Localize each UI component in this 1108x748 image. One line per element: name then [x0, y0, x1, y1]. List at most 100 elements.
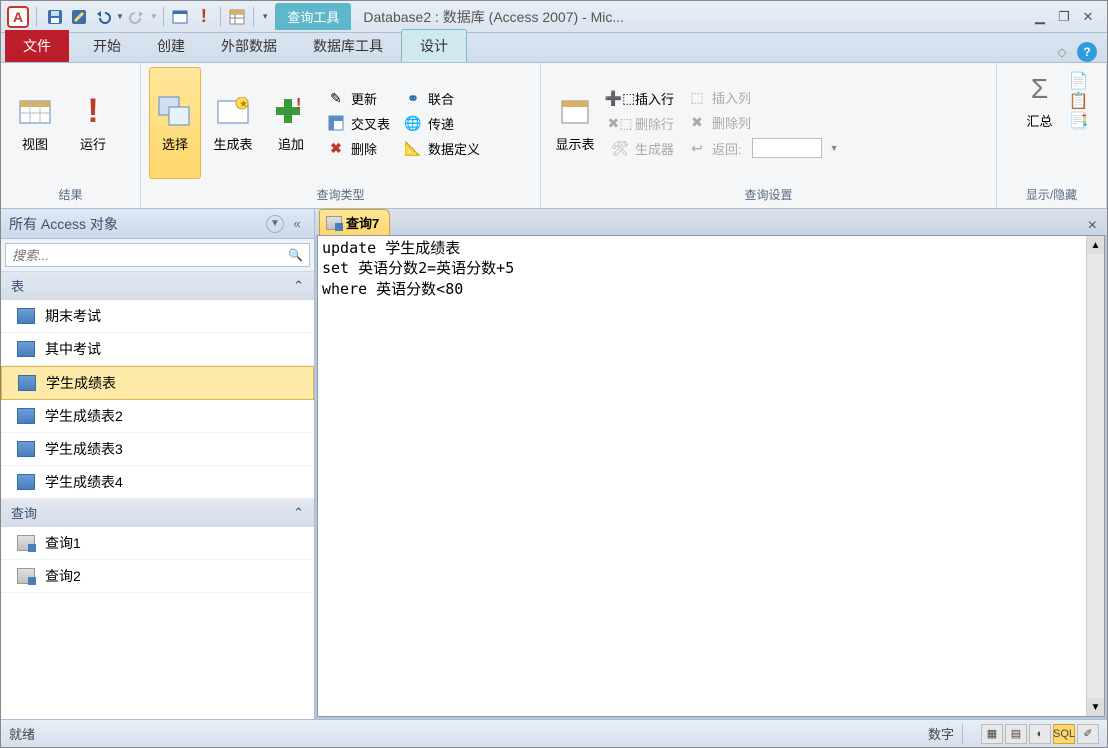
- tab-home[interactable]: 开始: [75, 30, 139, 62]
- tab-file[interactable]: 文件: [5, 30, 69, 62]
- select-label: 选择: [162, 134, 188, 153]
- nav-search: 🔍: [1, 239, 314, 272]
- params-icon[interactable]: 📄: [1070, 72, 1088, 90]
- sql-view-button[interactable]: SQL: [1053, 724, 1075, 744]
- search-input[interactable]: [12, 248, 288, 263]
- collapse-icon: ⌃: [293, 278, 304, 294]
- nav-list[interactable]: 表⌃ 期末考试 其中考试 学生成绩表 学生成绩表2 学生成绩表3 学生成绩表4 …: [1, 272, 314, 719]
- delete-icon: ✖: [327, 139, 345, 157]
- window-controls: ▁ ❐ ✕: [1021, 9, 1107, 25]
- document-tab[interactable]: 查询7: [319, 209, 390, 235]
- nav-item-query[interactable]: 查询1: [1, 527, 314, 560]
- nav-item-query[interactable]: 查询2: [1, 560, 314, 593]
- navigation-pane: 所有 Access 对象 ▼ « 🔍 表⌃ 期末考试 其中考试 学生成绩表 学生…: [1, 209, 315, 719]
- totals-button[interactable]: Σ 汇总: [1016, 67, 1064, 134]
- update-button[interactable]: ✎更新: [323, 87, 394, 110]
- view-button[interactable]: 视图: [9, 67, 61, 179]
- insert-columns-label: 插入列: [712, 88, 751, 107]
- insert-rows-button[interactable]: ➕⬚插入行: [607, 87, 678, 110]
- nav-group-tables[interactable]: 表⌃: [1, 272, 314, 300]
- nav-collapse-icon[interactable]: «: [288, 215, 306, 233]
- group-show-hide-label: 显示/隐藏: [997, 183, 1106, 208]
- totals-label: 汇总: [1026, 111, 1052, 130]
- append-icon: !: [273, 94, 309, 130]
- design-view-button[interactable]: ✐: [1077, 724, 1099, 744]
- nav-item-label: 学生成绩表: [46, 373, 116, 393]
- form-icon[interactable]: [169, 6, 191, 28]
- document-close-button[interactable]: ×: [1078, 217, 1107, 235]
- sql-line: set 英语分数2=英语分数+5: [322, 259, 514, 277]
- delete-label: 删除: [351, 139, 377, 158]
- vertical-scrollbar[interactable]: ▲ ▼: [1086, 236, 1104, 716]
- nav-item-table[interactable]: 学生成绩表2: [1, 400, 314, 433]
- insert-columns-icon: ⬚: [688, 89, 706, 107]
- nav-item-table[interactable]: 学生成绩表4: [1, 466, 314, 499]
- undo-dropdown-icon[interactable]: ▼: [116, 12, 124, 21]
- title-bar: A ▼ ▼ ! ▾ 查询工具 Database2 : 数据库 (Access 2…: [1, 1, 1107, 33]
- show-table-button[interactable]: 显示表: [549, 67, 601, 179]
- redo-icon[interactable]: [126, 6, 148, 28]
- nav-item-label: 期末考试: [45, 306, 101, 326]
- tab-design[interactable]: 设计: [401, 29, 467, 62]
- tab-create[interactable]: 创建: [139, 30, 203, 62]
- nav-item-label: 学生成绩表2: [45, 406, 123, 426]
- status-bar: 就绪 数字 ▦ ▤ ◐ SQL ✐: [1, 719, 1107, 747]
- make-table-button[interactable]: ★ 生成表: [207, 67, 259, 179]
- help-icon[interactable]: ?: [1077, 42, 1097, 62]
- append-label: 追加: [278, 134, 304, 153]
- select-button[interactable]: 选择: [149, 67, 201, 179]
- pivot-chart-view-button[interactable]: ◐: [1029, 724, 1051, 744]
- nav-item-table[interactable]: 期末考试: [1, 300, 314, 333]
- qat-customize-icon[interactable]: ▾: [259, 11, 272, 22]
- redo-dropdown-icon[interactable]: ▼: [150, 12, 158, 21]
- close-button[interactable]: ✕: [1079, 9, 1097, 25]
- property-sheet-icon[interactable]: 📋: [1070, 92, 1088, 110]
- nav-group-queries[interactable]: 查询⌃: [1, 499, 314, 527]
- passthrough-label: 传递: [428, 114, 454, 133]
- union-button[interactable]: ⚭联合: [400, 87, 484, 110]
- data-definition-button[interactable]: 📐数据定义: [400, 137, 484, 160]
- scroll-up-icon[interactable]: ▲: [1087, 236, 1104, 254]
- restore-button[interactable]: ❐: [1055, 9, 1073, 25]
- run-button[interactable]: ! 运行: [67, 67, 119, 179]
- return-label: 返回:: [712, 139, 742, 158]
- query-icon: [17, 535, 35, 551]
- group-query-type: 选择 ★ 生成表 ! 追加 ✎更新 交叉表 ✖删除 ⚭联合 🌐传递 📐数据定义 …: [141, 63, 541, 208]
- crosstab-button[interactable]: 交叉表: [323, 112, 394, 135]
- ribbon-tabs: 文件 开始 创建 外部数据 数据库工具 设计 ◇ ?: [1, 33, 1107, 63]
- passthrough-button[interactable]: 🌐传递: [400, 112, 484, 135]
- ribbon-collapse-icon[interactable]: ◇: [1053, 43, 1071, 61]
- separator: [220, 7, 221, 27]
- datasheet-view-button[interactable]: ▦: [981, 724, 1003, 744]
- return-dropdown: [752, 138, 822, 158]
- delete-button[interactable]: ✖ 删除: [323, 137, 394, 160]
- search-icon[interactable]: 🔍: [288, 248, 303, 262]
- nav-filter-dropdown-icon[interactable]: ▼: [266, 215, 284, 233]
- nav-item-table[interactable]: 其中考试: [1, 333, 314, 366]
- sql-editor[interactable]: update 学生成绩表 set 英语分数2=英语分数+5 where 英语分数…: [318, 236, 1086, 716]
- pivot-table-view-button[interactable]: ▤: [1005, 724, 1027, 744]
- nav-header[interactable]: 所有 Access 对象 ▼ «: [1, 209, 314, 239]
- return-button: ↩返回:▼: [684, 136, 843, 160]
- save-as-icon[interactable]: [68, 6, 90, 28]
- scroll-down-icon[interactable]: ▼: [1087, 698, 1104, 716]
- window-title: Database2 : 数据库 (Access 2007) - Mic...: [363, 7, 1021, 27]
- tab-database-tools[interactable]: 数据库工具: [295, 30, 401, 62]
- datasheet-icon[interactable]: [226, 6, 248, 28]
- nav-search-box[interactable]: 🔍: [5, 243, 310, 267]
- nav-item-table[interactable]: 学生成绩表3: [1, 433, 314, 466]
- tab-external-data[interactable]: 外部数据: [203, 30, 295, 62]
- scroll-track[interactable]: [1087, 254, 1104, 698]
- nav-item-table[interactable]: 学生成绩表: [1, 366, 314, 400]
- table-names-icon[interactable]: 📑: [1070, 112, 1088, 130]
- group-show-hide: Σ 汇总 📄 📋 📑 显示/隐藏: [997, 63, 1107, 208]
- sql-line: update 学生成绩表: [322, 239, 460, 257]
- undo-icon[interactable]: [92, 6, 114, 28]
- nav-item-label: 学生成绩表3: [45, 439, 123, 459]
- run-icon: !: [75, 94, 111, 130]
- update-label: 更新: [351, 89, 377, 108]
- minimize-button[interactable]: ▁: [1031, 9, 1049, 25]
- append-button[interactable]: ! 追加: [265, 67, 317, 179]
- save-icon[interactable]: [44, 6, 66, 28]
- exclamation-icon[interactable]: !: [193, 6, 215, 28]
